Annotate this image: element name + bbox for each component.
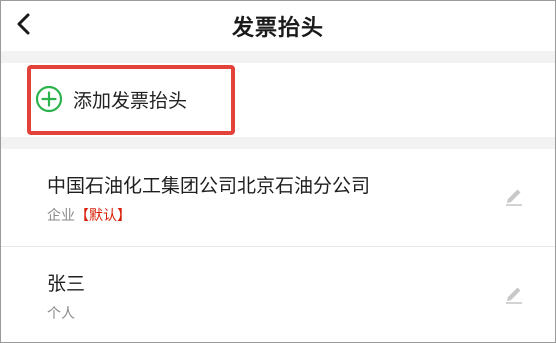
section-divider bbox=[1, 51, 555, 63]
invoice-title-name: 中国石油化工集团公司北京石油分公司 bbox=[47, 175, 371, 197]
app-screen: 发票抬头 添加发票抬头 中国石油化工集团公司北京石油分公司 企业【默认】 张三 … bbox=[0, 0, 556, 343]
type-label: 个人 bbox=[47, 306, 75, 322]
invoice-title-list: 中国石油化工集团公司北京石油分公司 企业【默认】 张三 个人 bbox=[1, 149, 555, 342]
invoice-title-name: 张三 bbox=[47, 273, 86, 295]
invoice-title-type: 个人 bbox=[47, 303, 75, 323]
pencil-icon bbox=[506, 287, 522, 304]
list-item[interactable]: 中国石油化工集团公司北京石油分公司 企业【默认】 bbox=[1, 149, 555, 246]
add-invoice-title-row: 添加发票抬头 bbox=[1, 63, 555, 137]
pencil-icon bbox=[506, 189, 522, 206]
default-tag: 【默认】 bbox=[75, 208, 131, 224]
add-invoice-title-button[interactable]: 添加发票抬头 bbox=[35, 81, 187, 117]
type-label: 企业 bbox=[47, 208, 75, 224]
edit-button[interactable] bbox=[501, 281, 527, 307]
page-title: 发票抬头 bbox=[231, 16, 324, 41]
edit-button[interactable] bbox=[501, 183, 527, 209]
invoice-title-type: 企业【默认】 bbox=[47, 205, 131, 225]
add-invoice-title-label: 添加发票抬头 bbox=[73, 89, 188, 112]
list-item[interactable]: 张三 个人 bbox=[1, 246, 555, 342]
plus-circle-icon bbox=[35, 85, 63, 113]
top-bar: 发票抬头 bbox=[1, 1, 555, 51]
section-divider bbox=[1, 137, 555, 149]
